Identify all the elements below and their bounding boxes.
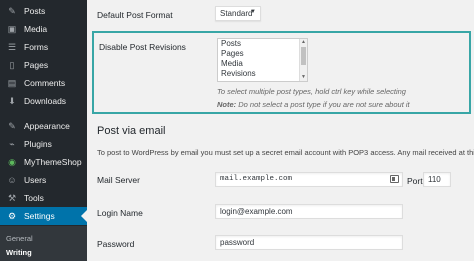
- pin-icon: ✎: [8, 5, 16, 16]
- downloads-icon: ⬇: [8, 95, 16, 106]
- sidebar-item-label: Posts: [24, 6, 46, 16]
- scroll-thumb[interactable]: [301, 47, 306, 65]
- forms-icon: ☰: [7, 41, 17, 52]
- password-input[interactable]: password: [215, 235, 403, 250]
- sidebar-item-label: Plugins: [24, 139, 52, 149]
- sidebar-item-tools[interactable]: ⚒ Tools: [0, 189, 87, 207]
- contact-card-icon[interactable]: [390, 175, 399, 183]
- note-bold: Note:: [217, 100, 237, 109]
- default-post-format-label: Default Post Format: [97, 10, 173, 20]
- wrench-icon: ⚒: [7, 192, 17, 203]
- sidebar-item-comments[interactable]: ▤ Comments: [0, 74, 87, 92]
- sidebar-item-media[interactable]: ▣ Media: [0, 20, 87, 38]
- sidebar-item-downloads[interactable]: ⬇ Downloads: [0, 92, 87, 110]
- listbox-scrollbar[interactable]: ▲ ▼: [299, 39, 307, 81]
- list-item[interactable]: Pages: [218, 49, 307, 59]
- sidebar-item-label: Tools: [24, 193, 44, 203]
- sidebar-item-settings[interactable]: ⚙ Settings: [0, 207, 87, 225]
- scroll-up-icon[interactable]: ▲: [301, 39, 306, 45]
- user-icon: ☺: [7, 174, 17, 185]
- sidebar-item-label: Settings: [24, 211, 55, 221]
- password-value: password: [220, 238, 255, 247]
- disable-post-revisions-label: Disable Post Revisions: [99, 42, 186, 52]
- comments-icon: ▤: [7, 77, 17, 88]
- caret-down-icon: ▼: [250, 9, 256, 15]
- sidebar-item-label: Downloads: [24, 96, 67, 106]
- mail-server-input[interactable]: mail.example.com: [215, 172, 403, 187]
- settings-main: Default Post Format Standard ▼ Disable P…: [87, 0, 474, 261]
- sidebar-item-label: Forms: [24, 42, 49, 52]
- port-label: Port: [407, 176, 423, 186]
- sidebar-item-label: Media: [24, 24, 48, 34]
- login-name-value: login@example.com: [220, 207, 293, 216]
- sidebar-item-label: Pages: [24, 60, 49, 70]
- mail-server-value: mail.example.com: [220, 175, 293, 183]
- mail-server-label: Mail Server: [97, 175, 140, 185]
- sidebar-item-users[interactable]: ☺ Users: [0, 171, 87, 189]
- plug-icon: ⌁: [9, 138, 15, 149]
- sidebar-item-plugins[interactable]: ⌁ Plugins: [0, 135, 87, 153]
- port-value: 110: [428, 175, 441, 184]
- brush-icon: ✎: [8, 120, 16, 131]
- sidebar-item-label: Comments: [24, 78, 66, 88]
- sidebar-item-label: MyThemeShop: [24, 157, 82, 167]
- pages-icon: ▯: [9, 59, 15, 70]
- revisions-note: Note: Do not select a post type if you a…: [217, 100, 410, 109]
- sidebar-item-mythemeshop[interactable]: ◉ MyThemeShop: [0, 153, 87, 171]
- post-via-email-description: To post to WordPress by email you must s…: [97, 148, 474, 157]
- submenu-item-general[interactable]: General: [6, 234, 33, 243]
- sidebar-item-appearance[interactable]: ✎ Appearance: [0, 117, 87, 135]
- settings-submenu: General Writing: [0, 226, 87, 261]
- port-input[interactable]: 110: [423, 172, 451, 187]
- default-post-format-select[interactable]: Standard ▼: [215, 6, 261, 21]
- login-name-input[interactable]: login@example.com: [215, 204, 403, 219]
- sidebar-item-label: Appearance: [24, 121, 70, 131]
- list-item[interactable]: Revisions: [218, 69, 307, 79]
- password-label: Password: [97, 239, 135, 249]
- settings-icon: ⚙: [7, 210, 17, 221]
- post-revisions-multiselect[interactable]: Posts Pages Media Revisions ▲ ▼: [217, 38, 308, 82]
- list-item[interactable]: Posts: [218, 39, 307, 49]
- sidebar-item-pages[interactable]: ▯ Pages: [0, 56, 87, 74]
- sidebar-item-label: Users: [24, 175, 47, 185]
- note-text: Do not select a post type if you are not…: [236, 100, 410, 109]
- admin-sidebar: ✎ Posts ▣ Media ☰ Forms ▯ Pages ▤ Commen…: [0, 0, 87, 261]
- login-name-label: Login Name: [97, 208, 143, 218]
- sidebar-item-forms[interactable]: ☰ Forms: [0, 38, 87, 56]
- default-post-format-value: Standard: [220, 9, 253, 18]
- scroll-down-icon[interactable]: ▼: [301, 74, 306, 80]
- submenu-item-writing[interactable]: Writing: [6, 248, 32, 257]
- revisions-help-text: To select multiple post types, hold ctrl…: [217, 87, 406, 96]
- list-item[interactable]: Media: [218, 59, 307, 69]
- mythemeshop-icon: ◉: [8, 156, 16, 167]
- post-via-email-title: Post via email: [97, 125, 166, 137]
- media-icon: ▣: [7, 23, 17, 34]
- sidebar-item-posts[interactable]: ✎ Posts: [0, 2, 87, 20]
